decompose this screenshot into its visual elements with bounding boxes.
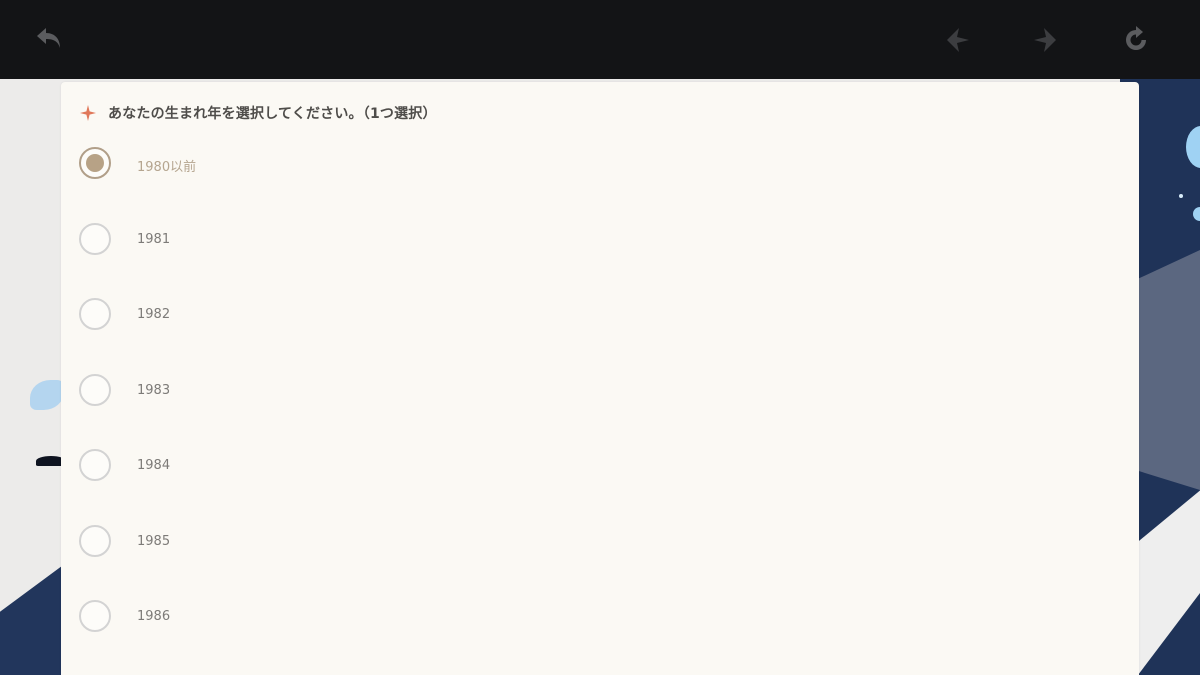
option-1981[interactable]: 1981: [79, 222, 1119, 298]
radio-button[interactable]: [79, 600, 111, 632]
previous-button[interactable]: [939, 22, 975, 58]
option-label: 1984: [137, 458, 171, 473]
radio-button[interactable]: [79, 524, 111, 557]
answer-options: 1980以前 1981 1982 1983 1984 1985 1986: [79, 146, 1119, 675]
option-1986[interactable]: 1986: [79, 599, 1119, 675]
option-1980-or-earlier[interactable]: 1980以前: [79, 146, 1119, 222]
radio-button[interactable]: [79, 449, 111, 481]
back-button[interactable]: [32, 22, 68, 58]
sparkle-icon: [80, 105, 96, 121]
top-toolbar: [0, 0, 1200, 79]
reload-icon: [1126, 26, 1146, 50]
background-blue-shape: [30, 380, 64, 410]
option-label: 1981: [137, 231, 171, 247]
question-header: あなたの生まれ年を選択してください。（1つ選択）: [80, 102, 437, 124]
option-1984[interactable]: 1984: [79, 448, 1119, 524]
reload-button[interactable]: [1118, 22, 1154, 58]
option-label: 1983: [137, 382, 171, 398]
back-arrow-icon: [37, 28, 60, 48]
option-label: 1982: [137, 307, 171, 322]
previous-icon: [947, 28, 969, 52]
radio-button[interactable]: [79, 222, 111, 255]
bubble-decoration: [1179, 194, 1183, 198]
background-grey-wave: [1138, 250, 1200, 490]
radio-dot: [86, 154, 104, 172]
next-button[interactable]: [1028, 22, 1064, 58]
option-1982[interactable]: 1982: [79, 297, 1119, 373]
option-label: 1980以前: [137, 160, 197, 175]
question-text: あなたの生まれ年を選択してください。（1つ選択）: [108, 106, 437, 122]
question-card: あなたの生まれ年を選択してください。（1つ選択） 1980以前 1981 198…: [61, 82, 1139, 675]
background-left-wave: [0, 560, 70, 675]
next-icon: [1034, 28, 1056, 52]
radio-button[interactable]: [79, 298, 111, 330]
option-1985[interactable]: 1985: [79, 524, 1119, 600]
option-1983[interactable]: 1983: [79, 373, 1119, 449]
radio-button[interactable]: [79, 373, 111, 406]
bubble-decoration: [1193, 207, 1200, 221]
option-label: 1985: [137, 533, 171, 549]
radio-button[interactable]: [79, 147, 111, 179]
option-label: 1986: [137, 609, 171, 624]
